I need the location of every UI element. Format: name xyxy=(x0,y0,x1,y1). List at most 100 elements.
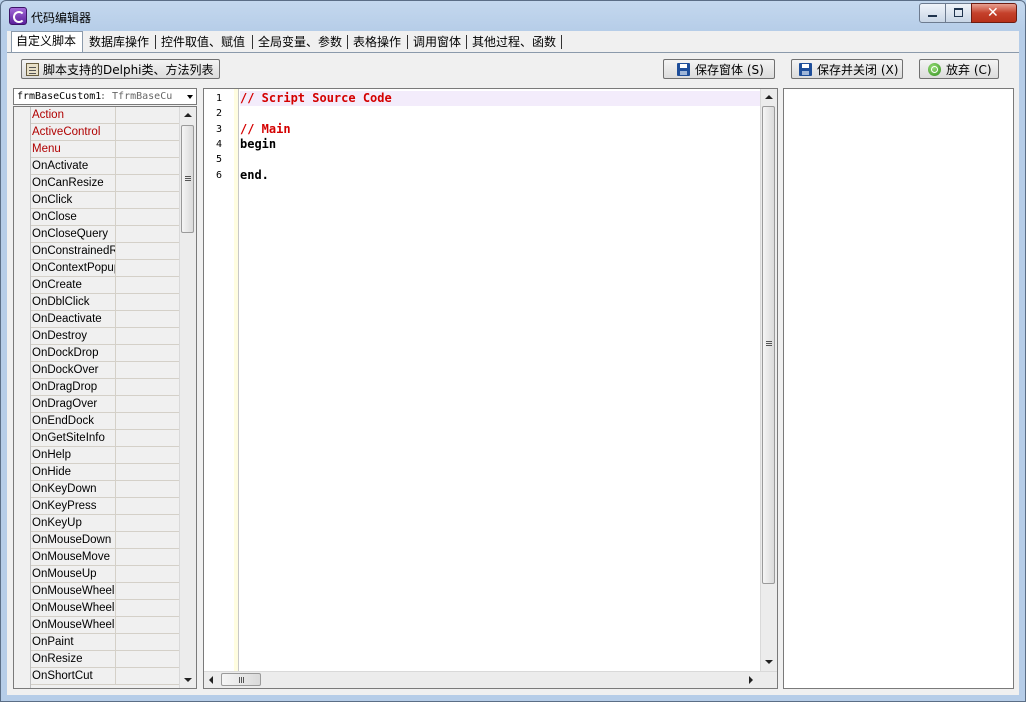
property-row[interactable]: OnMouseWheelD xyxy=(31,600,181,617)
property-row[interactable]: OnKeyDown xyxy=(31,481,181,498)
property-row[interactable]: OnConstrainedRe xyxy=(31,243,181,260)
property-row[interactable]: OnMouseDown xyxy=(31,532,181,549)
property-row[interactable]: OnDblClick xyxy=(31,294,181,311)
property-value[interactable] xyxy=(115,498,181,514)
property-value[interactable] xyxy=(115,651,181,667)
object-selector[interactable]: frmBaseCustom1 : TfrmBaseCu xyxy=(13,88,197,105)
property-row[interactable]: OnCloseQuery xyxy=(31,226,181,243)
property-value[interactable] xyxy=(115,549,181,565)
maximize-button[interactable] xyxy=(945,3,972,23)
property-row[interactable]: OnClose xyxy=(31,209,181,226)
tab-table-ops[interactable]: 表格操作 xyxy=(349,33,405,51)
property-row[interactable]: OnResize xyxy=(31,651,181,668)
property-row[interactable]: OnDockOver xyxy=(31,362,181,379)
property-row[interactable]: OnContextPopup xyxy=(31,260,181,277)
property-value[interactable] xyxy=(115,158,181,174)
close-button[interactable]: ✕ xyxy=(971,3,1017,23)
property-value[interactable] xyxy=(115,328,181,344)
scroll-left-icon[interactable] xyxy=(209,676,213,684)
property-row[interactable]: OnDestroy xyxy=(31,328,181,345)
property-value[interactable] xyxy=(115,362,181,378)
code-line[interactable]: begin xyxy=(240,137,760,152)
property-row[interactable]: OnDockDrop xyxy=(31,345,181,362)
property-value[interactable] xyxy=(115,243,181,259)
property-row[interactable]: OnDeactivate xyxy=(31,311,181,328)
property-value[interactable] xyxy=(115,464,181,480)
title-bar[interactable]: 代码编辑器 ✕ xyxy=(1,1,1025,31)
property-value[interactable] xyxy=(115,379,181,395)
inspector-scrollbar[interactable] xyxy=(179,107,196,688)
property-value[interactable] xyxy=(115,260,181,276)
tab-control-values[interactable]: 控件取值、赋值 xyxy=(157,33,249,51)
property-value[interactable] xyxy=(115,634,181,650)
property-value[interactable] xyxy=(115,294,181,310)
property-value[interactable] xyxy=(115,345,181,361)
scroll-down-icon[interactable] xyxy=(765,660,773,664)
property-row[interactable]: OnEndDock xyxy=(31,413,181,430)
scrollbar-thumb[interactable] xyxy=(221,673,261,686)
code-line[interactable] xyxy=(240,152,760,167)
property-row[interactable]: OnHide xyxy=(31,464,181,481)
property-row[interactable]: OnShortCut xyxy=(31,668,181,685)
property-row[interactable]: OnClick xyxy=(31,192,181,209)
tab-database-ops[interactable]: 数据库操作 xyxy=(85,33,153,51)
property-row[interactable]: OnMouseMove xyxy=(31,549,181,566)
property-row[interactable]: OnCreate xyxy=(31,277,181,294)
property-value[interactable] xyxy=(115,277,181,293)
code-line[interactable]: // Script Source Code xyxy=(240,91,760,106)
editor-horizontal-scrollbar[interactable] xyxy=(204,671,777,688)
property-row[interactable]: OnActivate xyxy=(31,158,181,175)
property-row[interactable]: Action xyxy=(31,107,181,124)
property-value[interactable] xyxy=(115,515,181,531)
code-editor[interactable]: 1 // Script Source Code 2 3 // Main 4 begin 5 6 e… xyxy=(203,88,778,689)
property-value[interactable] xyxy=(115,311,181,327)
scroll-up-icon[interactable] xyxy=(765,95,773,99)
property-value[interactable] xyxy=(115,175,181,191)
save-close-button[interactable]: 保存并关闭 (X) xyxy=(791,59,903,79)
property-value[interactable] xyxy=(115,668,181,684)
scroll-up-icon[interactable] xyxy=(184,113,192,117)
property-value[interactable] xyxy=(115,447,181,463)
property-value[interactable] xyxy=(115,600,181,616)
property-row[interactable]: ActiveControl xyxy=(31,124,181,141)
property-row[interactable]: OnPaint xyxy=(31,634,181,651)
minimize-button[interactable] xyxy=(919,3,946,23)
property-value[interactable] xyxy=(115,583,181,599)
property-value[interactable] xyxy=(115,430,181,446)
tab-custom-script[interactable]: 自定义脚本 xyxy=(11,31,83,53)
property-value[interactable] xyxy=(115,532,181,548)
property-row[interactable]: OnMouseWheelU xyxy=(31,617,181,634)
scrollbar-thumb[interactable] xyxy=(181,125,194,233)
property-value[interactable] xyxy=(115,481,181,497)
property-row[interactable]: OnDragDrop xyxy=(31,379,181,396)
editor-vertical-scrollbar[interactable] xyxy=(760,89,777,672)
property-value[interactable] xyxy=(115,192,181,208)
property-value[interactable] xyxy=(115,413,181,429)
property-value[interactable] xyxy=(115,396,181,412)
scrollbar-thumb[interactable] xyxy=(762,106,775,584)
save-form-button[interactable]: 保存窗体 (S) xyxy=(663,59,775,79)
property-value[interactable] xyxy=(115,226,181,242)
code-line[interactable]: // Main xyxy=(240,122,760,137)
property-row[interactable]: OnKeyPress xyxy=(31,498,181,515)
tab-global-variables[interactable]: 全局变量、参数 xyxy=(254,33,346,51)
property-row[interactable]: OnMouseWheel xyxy=(31,583,181,600)
class-list-button[interactable]: 脚本支持的Delphi类、方法列表 xyxy=(21,59,220,79)
property-row[interactable]: OnHelp xyxy=(31,447,181,464)
property-value[interactable] xyxy=(115,617,181,633)
code-line[interactable] xyxy=(240,106,760,121)
property-row[interactable]: OnGetSiteInfo xyxy=(31,430,181,447)
property-value[interactable] xyxy=(115,209,181,225)
discard-button[interactable]: 放弃 (C) xyxy=(919,59,999,79)
tab-other-functions[interactable]: 其他过程、函数 xyxy=(468,33,560,51)
property-value[interactable] xyxy=(115,141,181,157)
property-value[interactable] xyxy=(115,124,181,140)
property-value[interactable] xyxy=(115,566,181,582)
property-row[interactable]: OnMouseUp xyxy=(31,566,181,583)
property-row[interactable]: OnKeyUp xyxy=(31,515,181,532)
scroll-down-icon[interactable] xyxy=(184,678,192,682)
dropdown-arrow-icon[interactable] xyxy=(184,89,196,104)
property-row[interactable]: Menu xyxy=(31,141,181,158)
property-value[interactable] xyxy=(115,107,181,123)
property-row[interactable]: OnDragOver xyxy=(31,396,181,413)
